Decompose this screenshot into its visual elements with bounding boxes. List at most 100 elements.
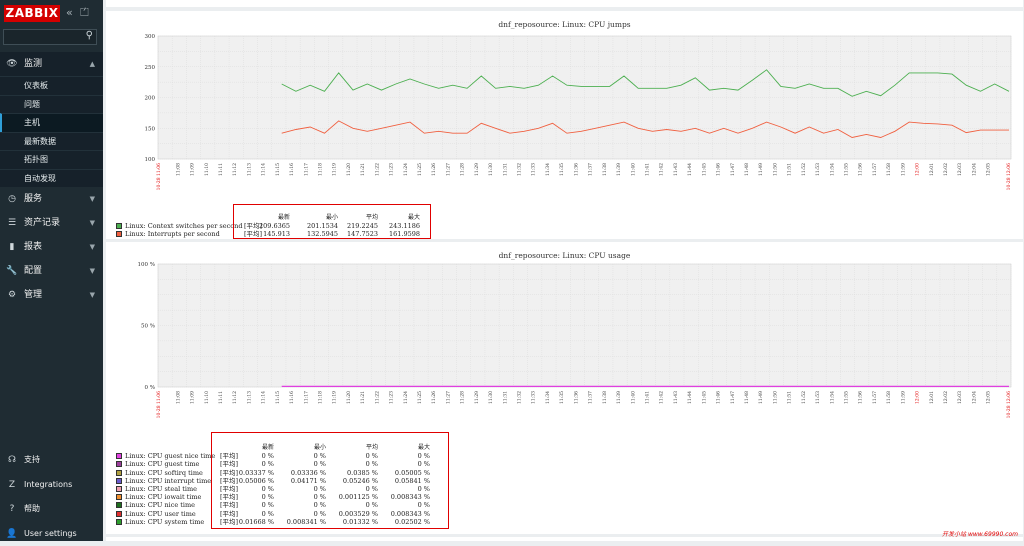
menu-item-2[interactable]: ☰资产记录▼ — [0, 211, 103, 235]
menu-item-1[interactable]: ◷服务▼ — [0, 187, 103, 211]
x-tick-label: 11:10 — [204, 163, 210, 176]
x-tick-label: 11:08 — [175, 163, 181, 176]
submenu-item-2[interactable]: 主机 — [0, 113, 103, 132]
main-content: dnf_reposource: Linux: CPU jumps 3002502… — [103, 0, 1024, 541]
legend-series-name: Linux: Context switches per second — [125, 222, 243, 230]
x-tick-label: 11:46 — [716, 163, 722, 176]
x-tick-label: 11:56 — [858, 391, 864, 404]
x-tick-label: 11:49 — [758, 163, 764, 176]
submenu-item-4[interactable]: 拓扑图 — [0, 150, 103, 169]
submenu-item-3[interactable]: 最新数据 — [0, 132, 103, 151]
chevron-down-icon: ▼ — [90, 235, 95, 259]
x-tick-label: 11:54 — [829, 163, 835, 176]
help-icon: ? — [6, 497, 18, 522]
y-tick-label: 100 % — [138, 262, 155, 268]
collapse-sidebar-icon[interactable]: « — [66, 6, 73, 19]
legend-series-name: Linux: CPU softirq time — [125, 469, 203, 477]
x-tick-label: 11:22 — [374, 163, 380, 176]
submenu-item-1[interactable]: 问题 — [0, 95, 103, 114]
clock-icon: ◷ — [6, 187, 18, 211]
x-tick-label: 11:42 — [659, 163, 665, 176]
legend-series-name: Linux: Interrupts per second — [125, 230, 220, 238]
x-tick-label: 11:47 — [730, 163, 736, 176]
x-tick-label: 11:31 — [502, 163, 508, 176]
user-icon: 👤 — [6, 522, 18, 546]
x-tick-label: 11:39 — [616, 391, 622, 404]
x-tick-label: 11:55 — [844, 391, 850, 404]
x-tick-label: 12:04 — [971, 163, 977, 176]
submenu-item-5[interactable]: 自动发现 — [0, 169, 103, 188]
x-tick-label: 11:10 — [204, 391, 210, 404]
zabbix-logo[interactable]: ZABBIX — [4, 5, 60, 22]
gear-icon: ⚙ — [6, 283, 18, 307]
bottom-menu-item-1[interactable]: ZIntegrations — [0, 473, 103, 498]
x-tick-label: 11:14 — [261, 163, 267, 176]
x-tick-label: 11:51 — [787, 391, 793, 404]
legend-series-name: Linux: CPU steal time — [125, 485, 197, 493]
highlight-box — [211, 432, 449, 529]
menu-item-5[interactable]: ⚙管理▼ — [0, 283, 103, 307]
x-tick-label: 10-28 12:06 — [1006, 163, 1012, 191]
x-tick-label: 11:20 — [346, 163, 352, 176]
x-tick-label: 11:20 — [346, 391, 352, 404]
x-tick-label: 11:09 — [190, 163, 196, 176]
x-tick-label: 11:26 — [431, 163, 437, 176]
menu-item-label: 配置 — [24, 266, 42, 276]
x-tick-label: 11:21 — [360, 163, 366, 176]
bottom-menu-label: 支持 — [24, 455, 40, 464]
bottom-menu-item-0[interactable]: ☊ 支持 — [0, 448, 103, 473]
x-tick-label: 11:44 — [687, 163, 693, 176]
x-tick-label: 11:30 — [488, 391, 494, 404]
x-tick-label: 11:24 — [403, 391, 409, 404]
chart-icon: ▮ — [6, 235, 18, 259]
x-tick-label: 11:18 — [317, 163, 323, 176]
menu-item-0[interactable]: 👁监测▲ — [0, 52, 103, 76]
bottom-menu-item-2[interactable]: ?帮助 — [0, 497, 103, 522]
chevron-down-icon: ▼ — [90, 259, 95, 283]
cpu-jumps-chart[interactable]: 30025020015010010-28 11:0611:0811:0911:1… — [106, 11, 1023, 211]
cpu-usage-chart[interactable]: 100 %50 %0 %10-28 11:0611:0811:0911:1011… — [106, 242, 1023, 432]
x-tick-label: 11:11 — [218, 391, 224, 404]
x-tick-label: 11:43 — [673, 163, 679, 176]
x-tick-label: 12:02 — [943, 163, 949, 176]
x-tick-label: 12:03 — [957, 391, 963, 404]
menu-item-3[interactable]: ▮ 报表 ▼ — [0, 235, 103, 259]
y-tick-label: 150 — [145, 126, 156, 132]
x-tick-label: 10-28 12:06 — [1006, 391, 1012, 419]
y-tick-label: 300 — [145, 34, 156, 40]
integrations-icon: Z — [6, 473, 18, 498]
kiosk-mode-icon[interactable]: ⏍ — [80, 6, 88, 19]
x-tick-label: 11:26 — [431, 391, 437, 404]
legend-swatch — [116, 231, 122, 237]
bottom-menu-item-3[interactable]: 👤User settings — [0, 522, 103, 546]
x-tick-label: 11:13 — [246, 391, 252, 404]
headset-icon: ☊ — [6, 448, 18, 473]
x-tick-label: 11:52 — [801, 391, 807, 404]
x-tick-label: 11:43 — [673, 391, 679, 404]
legend-swatch — [116, 519, 122, 525]
x-tick-label: 11:58 — [886, 391, 892, 404]
x-tick-label: 12:05 — [986, 163, 992, 176]
menu-item-label: 报表 — [24, 242, 42, 252]
x-tick-label: 11:29 — [474, 163, 480, 176]
sidebar-controls: « ⏍ — [66, 6, 93, 20]
x-tick-label: 11:27 — [445, 163, 451, 176]
x-tick-label: 12:01 — [929, 391, 935, 404]
search-icon[interactable]: ⚲ — [86, 30, 93, 41]
x-tick-label: 11:19 — [332, 163, 338, 176]
x-tick-label: 11:48 — [744, 163, 750, 176]
sidebar: ZABBIX « ⏍ ⚲ 👁监测▲仪表板问题主机最新数据拓扑图自动发现◷服务▼☰… — [0, 0, 103, 541]
x-tick-label: 11:47 — [730, 391, 736, 404]
x-tick-label: 11:45 — [701, 163, 707, 176]
menu-item-4[interactable]: 🔧配置▼ — [0, 259, 103, 283]
legend-swatch — [116, 223, 122, 229]
submenu-item-0[interactable]: 仪表板 — [0, 76, 103, 95]
x-tick-label: 11:11 — [218, 163, 224, 176]
x-tick-label: 11:59 — [900, 163, 906, 176]
x-tick-label: 11:54 — [829, 391, 835, 404]
x-tick-label: 11:53 — [815, 391, 821, 404]
search-input[interactable]: ⚲ — [3, 29, 97, 45]
x-tick-label: 11:51 — [787, 163, 793, 176]
legend-swatch — [116, 511, 122, 517]
y-tick-label: 250 — [145, 65, 156, 71]
